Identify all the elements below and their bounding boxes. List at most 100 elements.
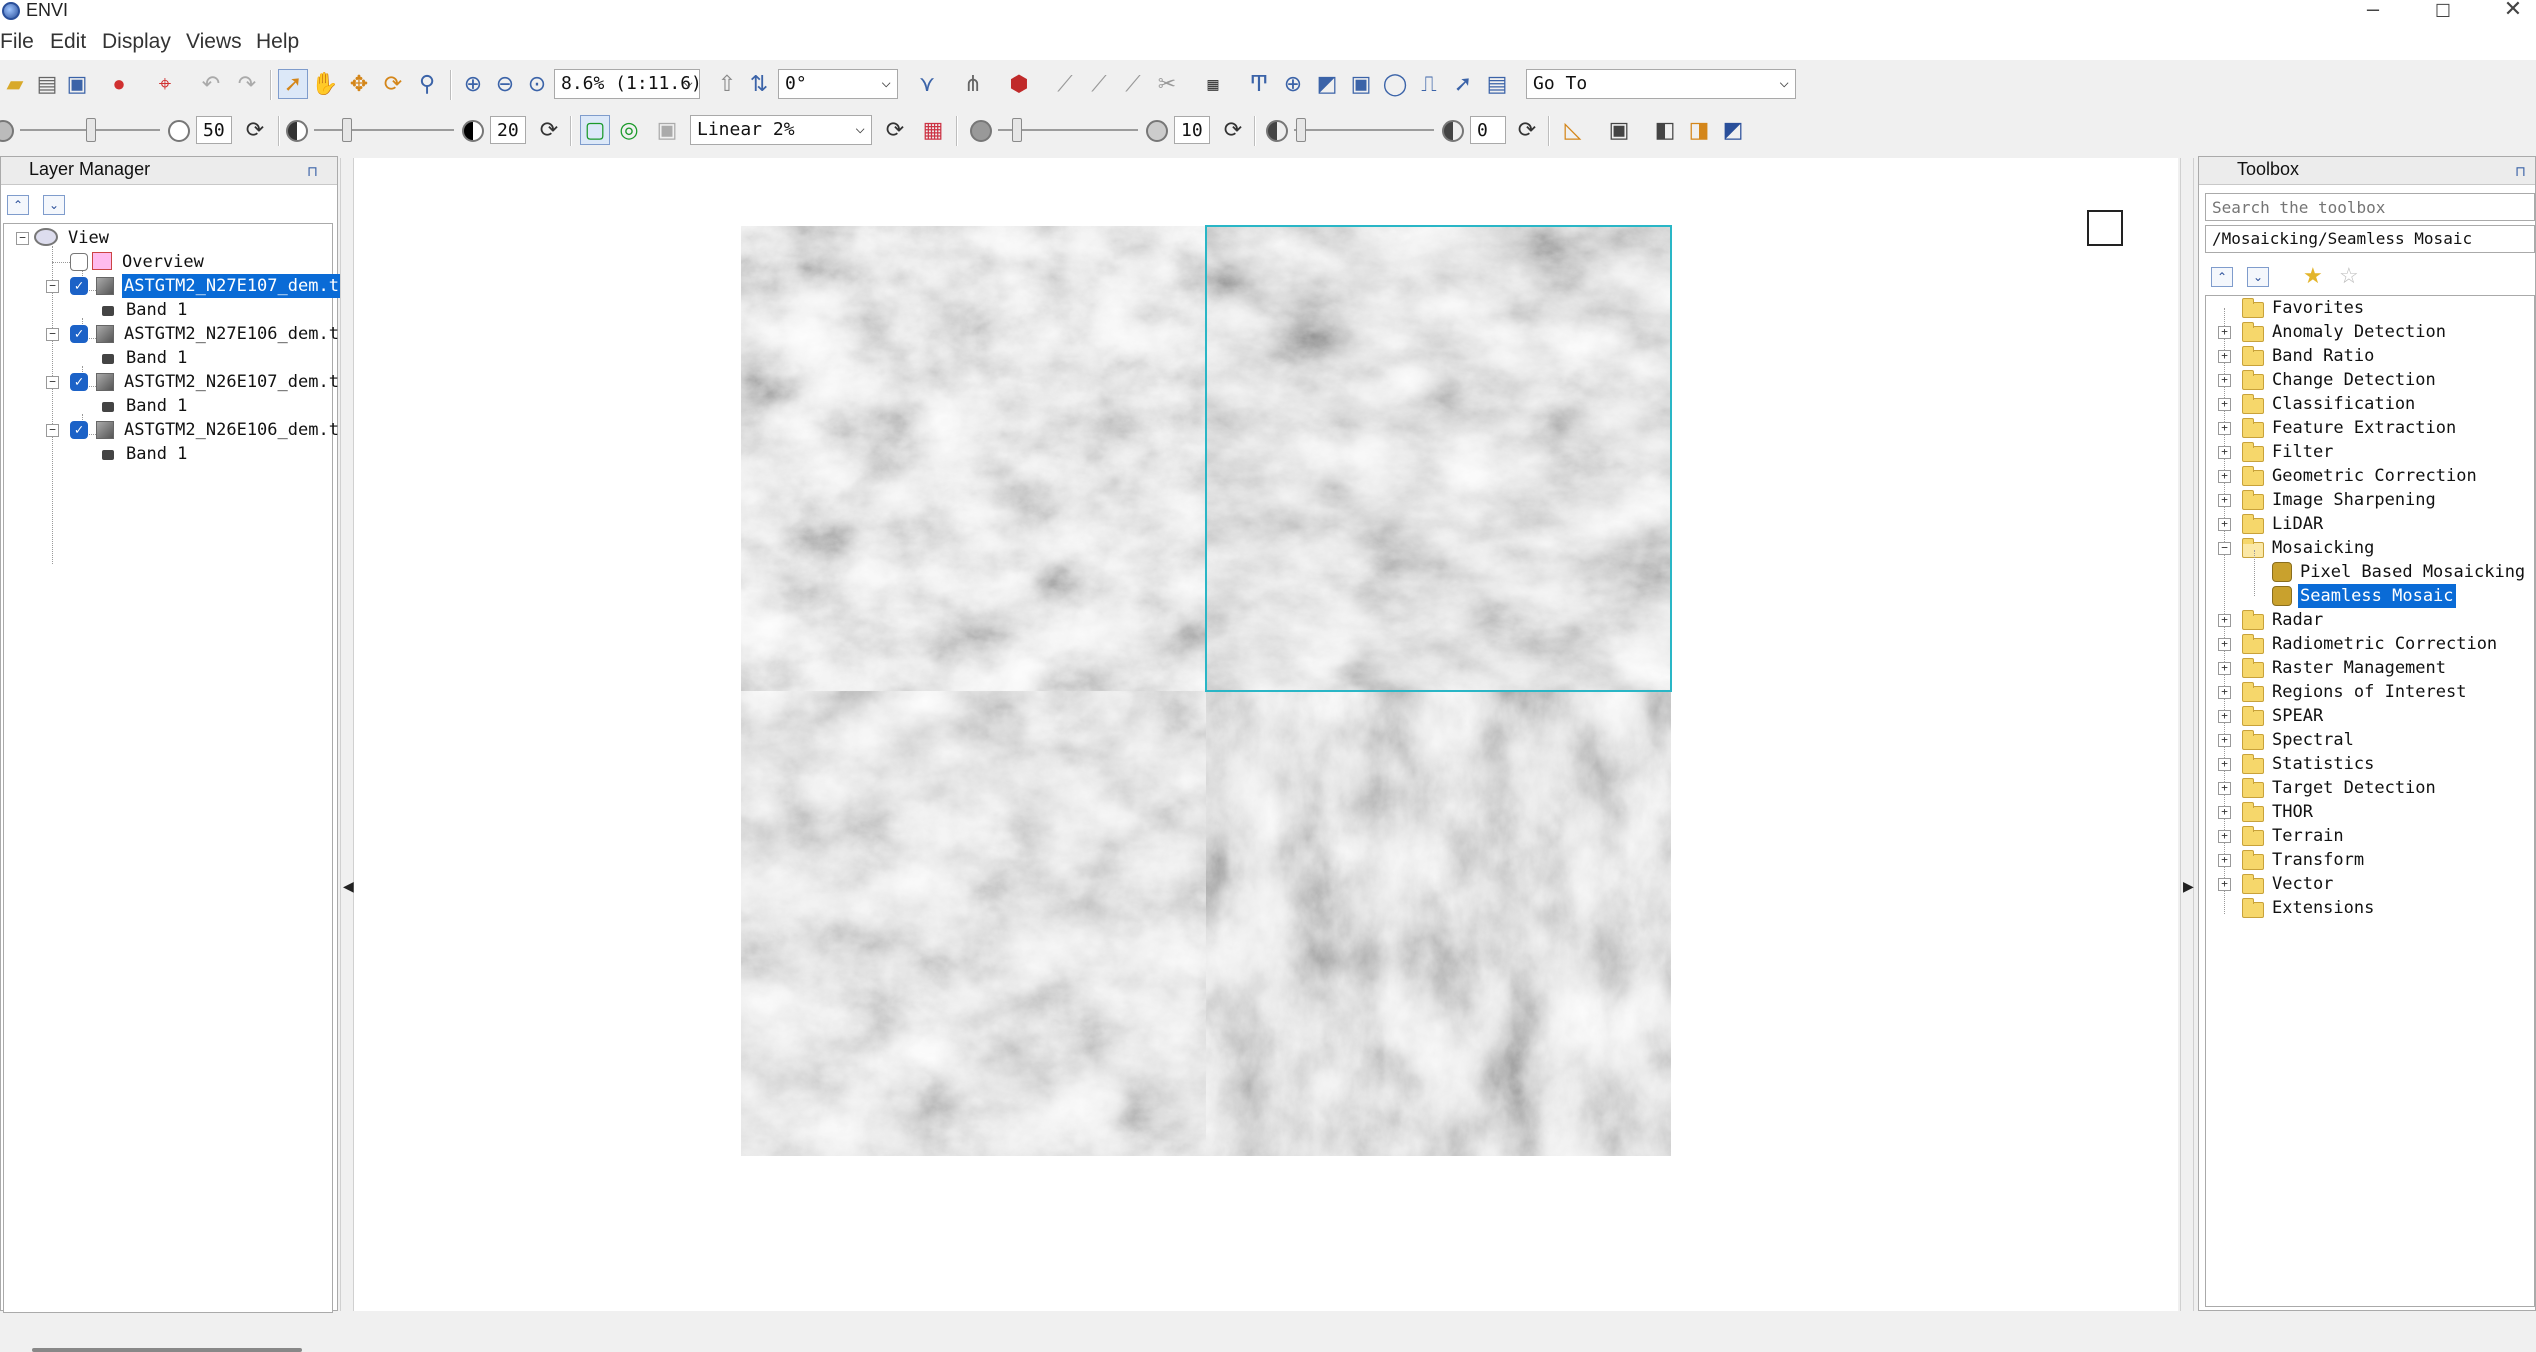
expand-icon[interactable]: + xyxy=(2218,782,2231,795)
profile-icon[interactable]: ⎍ xyxy=(1414,69,1444,99)
overview-checkbox[interactable] xyxy=(70,253,88,271)
expand-icon[interactable]: + xyxy=(2218,638,2231,651)
collapse-icon[interactable]: − xyxy=(16,232,29,245)
stretch-roi-icon[interactable]: ▣ xyxy=(652,115,682,145)
swipe-icon[interactable]: ◩ xyxy=(1312,69,1342,99)
contrast-slider[interactable] xyxy=(342,118,352,142)
toolbox-folder[interactable]: + LiDAR xyxy=(2206,512,2536,536)
pin-icon[interactable]: ● xyxy=(104,69,134,99)
sharpen-value[interactable]: 10 xyxy=(1174,116,1210,144)
rotate-icon[interactable]: ⟳ xyxy=(378,69,408,99)
expand-icon[interactable]: + xyxy=(2218,518,2231,531)
expand-icon[interactable]: + xyxy=(2218,710,2231,723)
crosshair-icon[interactable]: ⌖ xyxy=(150,69,180,99)
reset-brightness-icon[interactable]: ⟳ xyxy=(240,115,270,145)
layout-2-icon[interactable]: ◨ xyxy=(1684,115,1714,145)
layer-row[interactable]: − ✓ ASTGTM2_N27E107_dem.tif xyxy=(4,274,362,298)
toolbox-folder-extensions[interactable]: Extensions xyxy=(2206,896,2536,920)
undo-icon[interactable]: ↶ xyxy=(196,69,226,99)
expand-icon[interactable]: + xyxy=(2218,614,2231,627)
text-tool-icon[interactable]: Ͳ xyxy=(1244,69,1274,99)
toolbox-folder[interactable]: + Terrain xyxy=(2206,824,2536,848)
expand-icon[interactable]: + xyxy=(2218,830,2231,843)
reset-contrast-icon[interactable]: ⟳ xyxy=(534,115,564,145)
tree-overview-row[interactable]: Overview xyxy=(4,250,334,274)
zoom-out-icon[interactable]: ⊖ xyxy=(490,69,520,99)
zoom-full-icon[interactable]: ⊙ xyxy=(522,69,552,99)
transparency-slider[interactable] xyxy=(1296,118,1306,142)
maximize-button[interactable]: ☐ xyxy=(2420,0,2466,22)
band-row[interactable]: Band 1 xyxy=(4,298,334,322)
crosshair-zoom-icon[interactable]: ⊕ xyxy=(1278,69,1308,99)
band-row[interactable]: Band 1 xyxy=(4,442,334,466)
vector-tool-icon[interactable]: ⋎ xyxy=(912,69,942,99)
toolbox-folder[interactable]: + Classification xyxy=(2206,392,2536,416)
pin-icon[interactable]: ⊓ xyxy=(307,163,327,181)
fly-icon[interactable]: ✥ xyxy=(344,69,374,99)
brightness-slider[interactable] xyxy=(86,118,96,142)
collapse-right-icon[interactable]: ▶ xyxy=(2183,878,2194,895)
flicker-icon[interactable]: ▣ xyxy=(1346,69,1376,99)
transparency-value[interactable]: 0 xyxy=(1470,116,1506,144)
toolbox-folder[interactable]: + Anomaly Detection xyxy=(2206,320,2536,344)
toolbox-folder[interactable]: + Target Detection xyxy=(2206,776,2536,800)
sharpen-slider[interactable] xyxy=(1012,118,1022,142)
toolbox-folder-favorites[interactable]: Favorites xyxy=(2206,296,2536,320)
toolbox-folder[interactable]: + Statistics xyxy=(2206,752,2536,776)
toolbox-folder[interactable]: + Radar xyxy=(2206,608,2536,632)
layout-3-icon[interactable]: ◩ xyxy=(1718,115,1748,145)
expand-icon[interactable]: + xyxy=(2218,734,2231,747)
layer-visibility-checkbox[interactable]: ✓ xyxy=(70,421,88,439)
menu-file[interactable]: File xyxy=(0,30,34,54)
expand-icon[interactable]: + xyxy=(2218,686,2231,699)
collapse-left-icon[interactable]: ◀ xyxy=(343,878,354,895)
layer-row[interactable]: − ✓ ASTGTM2_N27E106_dem.tif xyxy=(4,322,359,346)
pin-icon[interactable]: ⊓ xyxy=(2515,163,2535,181)
toolbox-search-input[interactable] xyxy=(2205,193,2535,221)
rotate-left-icon[interactable]: ⇧ xyxy=(712,69,742,99)
layer-visibility-checkbox[interactable]: ✓ xyxy=(70,277,88,295)
toolbox-tool-selected[interactable]: Seamless Mosaic xyxy=(2206,584,2536,608)
toolbox-folder[interactable]: + Spectral xyxy=(2206,728,2536,752)
left-splitter[interactable]: ◀ xyxy=(340,158,354,1311)
expand-icon[interactable]: + xyxy=(2218,326,2231,339)
reset-sharpen-icon[interactable]: ⟳ xyxy=(1218,115,1248,145)
layer-row[interactable]: − ✓ ASTGTM2_N26E107_dem.tif xyxy=(4,370,359,394)
expand-icon[interactable]: + xyxy=(2218,350,2231,363)
expand-all-button[interactable]: ⌄ xyxy=(43,195,65,215)
expand-icon[interactable]: + xyxy=(2218,878,2231,891)
stretch-combo[interactable]: Linear 2% ⌵ xyxy=(690,115,872,145)
expand-icon[interactable]: + xyxy=(2218,494,2231,507)
expand-icon[interactable]: + xyxy=(2218,662,2231,675)
toolbox-folder[interactable]: + Image Sharpening xyxy=(2206,488,2536,512)
right-splitter[interactable]: ▶ xyxy=(2180,158,2194,1311)
toolbox-folder-mosaicking[interactable]: − Mosaicking xyxy=(2206,536,2536,560)
expand-icon[interactable]: + xyxy=(2218,374,2231,387)
chip-view-icon[interactable]: ▣ xyxy=(62,69,92,99)
toolbox-folder[interactable]: + Regions of Interest xyxy=(2206,680,2536,704)
toolbox-folder[interactable]: + Change Detection xyxy=(2206,368,2536,392)
toolbox-folder[interactable]: + Vector xyxy=(2206,872,2536,896)
collapse-all-button[interactable]: ⌃ xyxy=(2211,267,2233,287)
toolbox-folder[interactable]: + Filter xyxy=(2206,440,2536,464)
image-icon[interactable]: ▣ xyxy=(1604,115,1634,145)
expand-icon[interactable]: + xyxy=(2218,446,2231,459)
close-button[interactable]: ✕ xyxy=(2490,0,2536,22)
menu-help[interactable]: Help xyxy=(256,30,299,54)
image-view[interactable] xyxy=(354,158,2178,1311)
data-manager-icon[interactable]: ▤ xyxy=(32,69,62,99)
pixel-locator-icon[interactable]: ▦ xyxy=(1198,69,1228,99)
toolbox-folder[interactable]: + Transform xyxy=(2206,848,2536,872)
annotation-icon[interactable]: ⋔ xyxy=(958,69,988,99)
contrast-value[interactable]: 20 xyxy=(490,116,526,144)
horizontal-scrollbar[interactable] xyxy=(32,1348,302,1352)
toolbox-tool[interactable]: Pixel Based Mosaicking xyxy=(2206,560,2536,584)
collapse-icon[interactable]: − xyxy=(46,376,59,389)
toolbox-folder[interactable]: + Band Ratio xyxy=(2206,344,2536,368)
toolbox-folder[interactable]: + THOR xyxy=(2206,800,2536,824)
line-tool-icon[interactable]: ⟋ xyxy=(1050,69,1080,99)
layer-visibility-checkbox[interactable]: ✓ xyxy=(70,325,88,343)
collapse-icon[interactable]: − xyxy=(46,424,59,437)
layout-1-icon[interactable]: ◧ xyxy=(1650,115,1680,145)
collapse-icon[interactable]: − xyxy=(46,280,59,293)
